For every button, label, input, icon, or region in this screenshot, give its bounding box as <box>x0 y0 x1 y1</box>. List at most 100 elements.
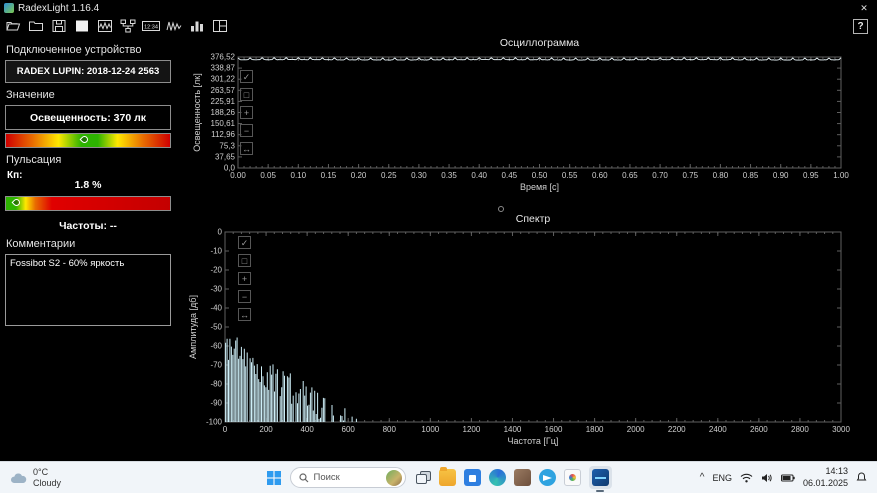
fit-tool-icon[interactable]: ↔ <box>240 142 253 155</box>
device-section-heading: Подключенное устройство <box>6 44 142 56</box>
battery-icon[interactable] <box>780 474 795 482</box>
pan-tool-icon[interactable]: □ <box>240 88 253 101</box>
value-section-heading: Значение <box>6 89 55 101</box>
oscillogram-view-button[interactable] <box>96 18 114 35</box>
svg-text:0.25: 0.25 <box>381 171 397 180</box>
pulsation-gauge-marker <box>12 197 22 208</box>
app-icon-brown[interactable] <box>513 469 531 486</box>
svg-text:Спектр: Спектр <box>516 213 551 225</box>
windows-taskbar: 0°C Cloudy Поиск ^ ENG 14:13 06.01.2025 <box>0 461 877 493</box>
open-file-button[interactable] <box>4 18 22 35</box>
select-tool-icon[interactable]: ✓ <box>240 70 253 83</box>
svg-text:0.10: 0.10 <box>291 171 307 180</box>
volume-icon[interactable] <box>761 473 773 483</box>
comments-input[interactable]: Fossibot S2 - 60% яркость <box>5 254 171 326</box>
svg-text:-50: -50 <box>210 323 222 332</box>
svg-text:301,22: 301,22 <box>211 75 236 84</box>
svg-text:0.40: 0.40 <box>471 171 487 180</box>
open-folder-button[interactable] <box>27 18 45 35</box>
svg-text:0.60: 0.60 <box>592 171 608 180</box>
svg-text:2400: 2400 <box>709 425 727 434</box>
main-content: Подключенное устройство RADEX LUPIN: 201… <box>0 36 877 462</box>
device-button[interactable]: RADEX LUPIN: 2018-12-24 2563 <box>5 60 171 83</box>
device-tree-icon <box>120 19 136 33</box>
histogram-icon <box>191 21 203 32</box>
toolbar: 12:34 ? <box>0 16 877 36</box>
svg-text:-100: -100 <box>206 418 223 427</box>
svg-text:188,26: 188,26 <box>211 108 236 117</box>
language-indicator[interactable]: ENG <box>712 473 732 483</box>
photos-app-icon[interactable] <box>563 469 581 486</box>
svg-text:Амплитуда [дб]: Амплитуда [дб] <box>188 295 198 359</box>
pan-tool-icon[interactable]: □ <box>238 254 251 267</box>
telegram-icon[interactable] <box>538 469 556 486</box>
close-button[interactable]: ✕ <box>855 3 873 14</box>
start-button[interactable] <box>266 470 282 486</box>
tray-chevron-icon[interactable]: ^ <box>700 472 705 483</box>
svg-text:400: 400 <box>300 425 314 434</box>
svg-text:-80: -80 <box>210 380 222 389</box>
comments-section-heading: Комментарии <box>6 238 76 250</box>
svg-text:0.85: 0.85 <box>743 171 759 180</box>
spectrum-chart[interactable]: Спектр0-10-20-30-40-50-60-70-80-90-1000 2… <box>180 210 877 458</box>
kp-value: 1.8 % <box>74 179 102 191</box>
svg-text:0.95: 0.95 <box>803 171 819 180</box>
svg-text:600: 600 <box>342 425 356 434</box>
svg-text:0.80: 0.80 <box>713 171 729 180</box>
svg-text:0.90: 0.90 <box>773 171 789 180</box>
layout-view-button[interactable] <box>211 18 229 35</box>
clock-widget[interactable]: 14:13 06.01.2025 <box>803 466 848 489</box>
svg-text:75,3: 75,3 <box>219 141 235 150</box>
zoom-out-tool-icon[interactable]: − <box>240 124 253 137</box>
svg-text:0: 0 <box>223 425 228 434</box>
fit-tool-icon[interactable]: ↔ <box>238 308 251 321</box>
histogram-view-button[interactable] <box>188 18 206 35</box>
zoom-in-tool-icon[interactable]: + <box>240 106 253 119</box>
svg-text:0.50: 0.50 <box>532 171 548 180</box>
kp-row: Кп: 1.8 % <box>5 170 171 196</box>
svg-text:-90: -90 <box>210 399 222 408</box>
zoom-out-tool-icon[interactable]: − <box>238 290 251 303</box>
svg-text:1200: 1200 <box>463 425 481 434</box>
radexlight-app-icon <box>591 469 609 486</box>
pulsation-section-heading: Пульсация <box>6 154 62 166</box>
svg-text:2200: 2200 <box>668 425 686 434</box>
svg-text:Освещенность [лк]: Освещенность [лк] <box>192 73 202 151</box>
svg-text:-30: -30 <box>210 285 222 294</box>
search-input[interactable]: Поиск <box>289 467 406 488</box>
wifi-icon[interactable] <box>740 473 753 483</box>
device-tree-button[interactable] <box>119 18 137 35</box>
save-button[interactable] <box>50 18 68 35</box>
svg-text:Время [с]: Время [с] <box>520 182 559 192</box>
weather-widget[interactable]: 0°C Cloudy <box>0 467 71 489</box>
snapshot-button[interactable] <box>73 18 91 35</box>
radexlight-taskbar-active[interactable] <box>588 466 612 489</box>
svg-text:0.00: 0.00 <box>230 171 246 180</box>
svg-text:1.00: 1.00 <box>833 171 849 180</box>
svg-text:1000: 1000 <box>421 425 439 434</box>
layout-panels-icon <box>213 20 227 32</box>
svg-text:0.05: 0.05 <box>260 171 276 180</box>
svg-text:Осциллограмма: Осциллограмма <box>500 37 579 49</box>
signal-view-button[interactable] <box>165 18 183 35</box>
clock-button[interactable]: 12:34 <box>142 18 160 35</box>
store-icon[interactable] <box>463 469 481 486</box>
illuminance-value: Освещенность: 370 лк <box>5 105 171 130</box>
sidebar: Подключенное устройство RADEX LUPIN: 201… <box>0 36 176 462</box>
oscillogram-chart-tools: ✓ □ + − ↔ <box>240 70 253 155</box>
file-explorer-icon[interactable] <box>438 467 456 486</box>
task-view-button[interactable] <box>414 469 431 486</box>
tray-time: 14:13 <box>825 466 848 477</box>
search-placeholder: Поиск <box>313 472 340 483</box>
oscillogram-chart[interactable]: Осциллограмма 376,52 338,87 301,22 263,57 225… <box>180 36 877 196</box>
weather-desc: Cloudy <box>33 477 62 488</box>
svg-text:0.20: 0.20 <box>351 171 367 180</box>
app-icon <box>4 3 14 13</box>
edge-browser-icon[interactable] <box>488 469 506 486</box>
spectrum-chart-container: Спектр 0 -10 -20 -30 -40 -50 -60 -70 -80 -90 -100 0 2… <box>180 210 877 458</box>
weather-temp: 0°C <box>33 466 49 477</box>
help-button[interactable]: ? <box>853 18 868 34</box>
zoom-in-tool-icon[interactable]: + <box>238 272 251 285</box>
select-tool-icon[interactable]: ✓ <box>238 236 251 249</box>
notifications-icon[interactable] <box>856 472 867 483</box>
